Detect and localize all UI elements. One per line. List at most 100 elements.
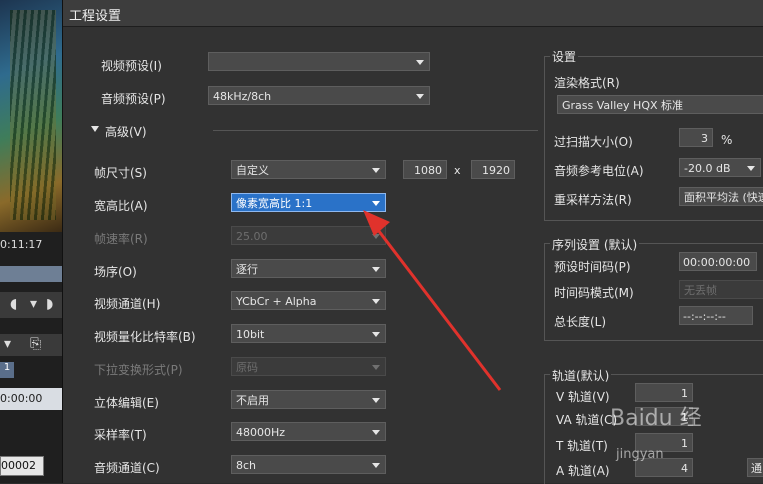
chevron-down-icon [372, 168, 380, 173]
audio-ref-label: 音频参考电位(A) [554, 164, 644, 178]
tc-mode-label: 时间码模式(M) [554, 286, 634, 300]
frame-size-label: 帧尺寸(S) [94, 166, 147, 180]
video-quant-label: 视频量化比特率(B) [94, 330, 196, 344]
pulldown-label: 下拉变换形式(P) [94, 363, 183, 377]
advanced-divider [213, 130, 538, 131]
chevron-down-icon [372, 398, 380, 403]
track-number: 1 [0, 362, 14, 378]
audio-channel-value: 8ch [236, 459, 257, 472]
background-app-panel: 0:11:17 ◖ ▾ ◗ ▾ ⎘ 1 0:00:00 00002 [0, 0, 62, 483]
chevron-down-icon [372, 201, 380, 206]
collapse-triangle-icon[interactable] [91, 126, 99, 132]
timeline-scrubber[interactable] [0, 266, 62, 282]
chevron-down-icon [372, 267, 380, 272]
aspect-ratio-dropdown[interactable]: 像素宽高比 1:1 [231, 193, 386, 212]
video-quant-dropdown[interactable]: 10bit [231, 324, 386, 343]
insert-icon[interactable]: ⎘ [30, 336, 41, 352]
audio-ref-value: -20.0 dB [684, 162, 731, 175]
overscan-input[interactable]: 3 [679, 128, 713, 147]
audio-preset-dropdown[interactable]: 48kHz/8ch [208, 86, 430, 105]
video-channel-value: YCbCr + Alpha [236, 295, 317, 308]
advanced-section-label[interactable]: 高级(V) [105, 123, 147, 140]
chevron-down-icon [372, 430, 380, 435]
aspect-ratio-value: 像素宽高比 1:1 [236, 197, 313, 210]
dialog-title: 工程设置 [69, 9, 122, 24]
frame-size-x: x [454, 164, 461, 177]
overscan-label: 过扫描大小(O) [554, 135, 633, 149]
chevron-down-icon[interactable]: ▾ [4, 336, 11, 352]
timeline-toolbar: ▾ ⎘ [0, 334, 62, 356]
chevron-down-icon [416, 60, 424, 65]
mark-in-icon[interactable]: ◖ [10, 296, 17, 312]
watermark-logo: Baidu 经 [610, 406, 702, 431]
stereo-dropdown[interactable]: 不启用 [231, 390, 386, 409]
preset-tc-input[interactable]: 00:00:00:00 [679, 252, 757, 271]
video-preset-dropdown[interactable] [208, 52, 430, 71]
frame-size-value: 自定义 [236, 164, 269, 177]
player-toolbar: ◖ ▾ ◗ [0, 292, 62, 318]
resample-dropdown[interactable]: 面积平均法 (快速) [679, 187, 763, 206]
render-format-dropdown[interactable]: Grass Valley HQX 标准 [557, 95, 763, 114]
timeline-ruler-timecode: 0:00:00 [0, 388, 62, 410]
pulldown-value: 原码 [236, 361, 258, 374]
frame-height-input[interactable]: 1920 [471, 160, 515, 179]
field-order-label: 场序(O) [94, 265, 137, 279]
resample-value: 面积平均法 (快速) [684, 191, 763, 204]
sample-rate-value: 48000Hz [236, 426, 286, 439]
tc-mode-dropdown: 无丢帧 [679, 280, 763, 299]
video-channel-label: 视频通道(H) [94, 297, 161, 311]
dialog-titlebar[interactable]: 工程设置 [63, 0, 763, 27]
tracks-group-title: 轨道(默认) [550, 367, 612, 384]
resample-label: 重采样方法(R) [554, 193, 632, 207]
settings-group-title: 设置 [550, 48, 579, 65]
aspect-ratio-label: 宽高比(A) [94, 199, 148, 213]
render-format-value: Grass Valley HQX 标准 [562, 99, 684, 112]
field-order-value: 逐行 [236, 263, 258, 276]
total-length-input[interactable]: --:--:--:-- [679, 306, 753, 325]
frame-width-input[interactable]: 1080 [403, 160, 447, 179]
audio-preset-value: 48kHz/8ch [213, 90, 272, 103]
video-quant-value: 10bit [236, 328, 265, 341]
frame-rate-value: 25.00 [236, 230, 268, 243]
stereo-label: 立体编辑(E) [94, 396, 159, 410]
pulldown-dropdown: 原码 [231, 357, 386, 376]
frame-rate-label: 帧速率(R) [94, 232, 148, 246]
chevron-down-icon [747, 166, 755, 171]
field-order-dropdown[interactable]: 逐行 [231, 259, 386, 278]
preset-tc-label: 预设时间码(P) [554, 260, 631, 274]
thumbnail-texture [10, 10, 56, 220]
tracks-more-button[interactable]: 通 [747, 458, 763, 477]
chevron-down-icon [372, 365, 380, 370]
mark-out-icon[interactable]: ◗ [46, 296, 53, 312]
player-timecode: 0:11:17 [0, 238, 43, 251]
video-channel-dropdown[interactable]: YCbCr + Alpha [231, 291, 386, 310]
sample-rate-dropdown[interactable]: 48000Hz [231, 422, 386, 441]
a-track-label: A 轨道(A) [556, 464, 610, 478]
va-track-label: VA 轨道(C) [556, 413, 618, 427]
audio-preset-label: 音频预设(P) [101, 92, 166, 106]
chevron-down-icon [372, 463, 380, 468]
v-track-label: V 轨道(V) [556, 390, 610, 404]
watermark-caption: jingyan [616, 447, 664, 462]
audio-channel-dropdown[interactable]: 8ch [231, 455, 386, 474]
chevron-down-icon [416, 94, 424, 99]
audio-ref-dropdown[interactable]: -20.0 dB [679, 158, 761, 177]
sequence-group-title: 序列设置 (默认) [550, 236, 640, 253]
render-format-label: 渲染格式(R) [554, 76, 620, 90]
frame-size-dropdown[interactable]: 自定义 [231, 160, 386, 179]
frame-rate-dropdown: 25.00 [231, 226, 386, 245]
chevron-down-icon [372, 332, 380, 337]
tc-mode-value: 无丢帧 [684, 284, 717, 297]
chevron-down-icon[interactable]: ▾ [30, 296, 37, 312]
overscan-unit: % [721, 133, 733, 147]
clip-label[interactable]: 00002 [0, 456, 44, 476]
chevron-down-icon [372, 234, 380, 239]
total-length-label: 总长度(L) [554, 315, 607, 329]
audio-channel-label: 音频通道(C) [94, 461, 160, 475]
sample-rate-label: 采样率(T) [94, 428, 147, 442]
video-thumbnail [0, 0, 62, 232]
t-track-label: T 轨道(T) [556, 439, 608, 453]
arrow-shaft [373, 225, 502, 391]
chevron-down-icon [372, 299, 380, 304]
stereo-value: 不启用 [236, 394, 269, 407]
